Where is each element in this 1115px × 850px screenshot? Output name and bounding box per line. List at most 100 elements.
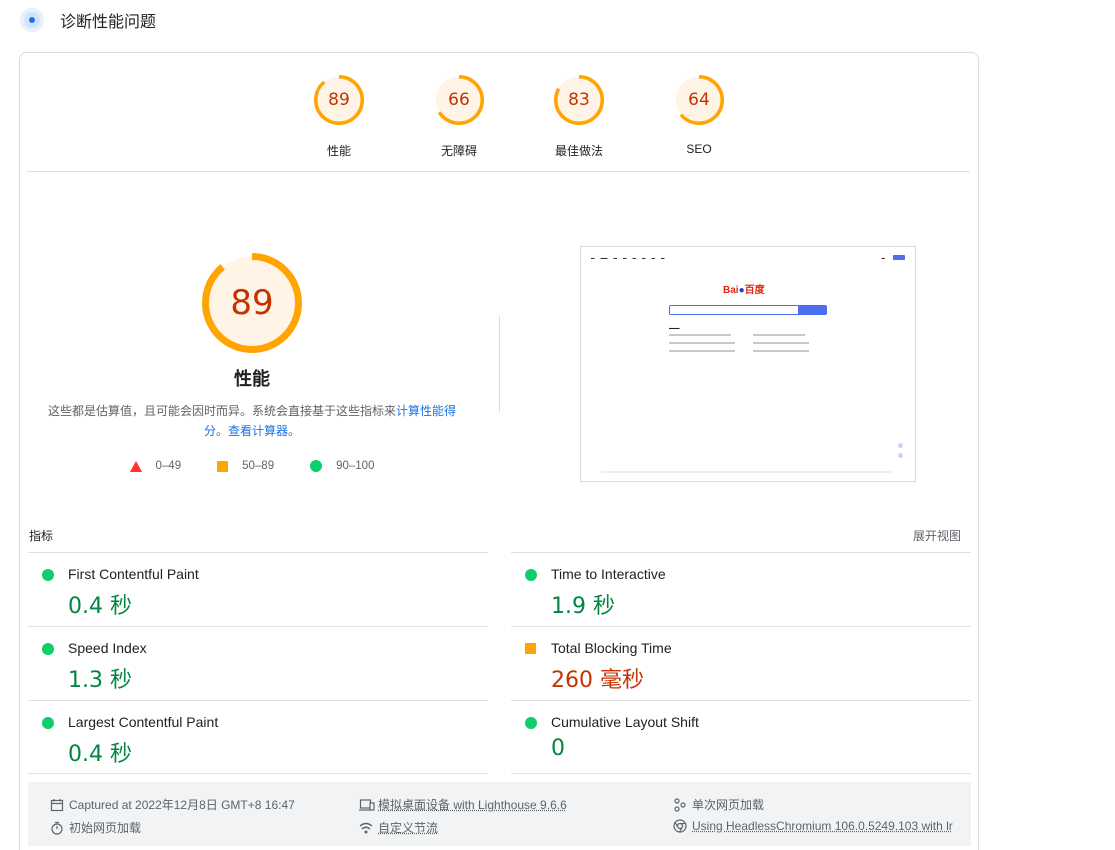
gauge-seo[interactable]: 64 SEO: [639, 75, 759, 159]
thumb-hot-line: [753, 334, 805, 336]
metric-largest-contentful-paint[interactable]: Largest Contentful Paint 0.4 秒: [28, 700, 488, 774]
gauge-accessibility[interactable]: 66 无障碍: [399, 75, 519, 159]
page-title: 诊断性能问题: [60, 14, 157, 31]
legend-label: 50–89: [242, 460, 275, 472]
circle-icon: [310, 460, 323, 472]
description-sep: 。: [215, 424, 228, 438]
report-card: 89 性能 66 无障碍 83 最佳做法 64 SEO 89 性能 这些都是估算…: [19, 52, 979, 850]
wifi-icon: [359, 821, 373, 835]
thumb-search-box: [669, 305, 799, 315]
session-text: 单次网页加载: [692, 798, 765, 812]
captured-at: Captured at 2022年12月8日 GMT+8 16:47: [50, 796, 295, 813]
gauge-score: 64: [688, 90, 710, 110]
metric-value: 1.9 秒: [551, 594, 615, 619]
description-end: 。: [288, 424, 301, 438]
thumb-hot-line: [669, 350, 735, 352]
metric-name: Time to Interactive: [551, 566, 666, 582]
thumb-hot-line: [669, 334, 731, 336]
gauge-ring: 66: [434, 75, 484, 125]
metric-name: Cumulative Layout Shift: [551, 714, 699, 730]
metric-value: 260 毫秒: [551, 668, 644, 693]
metric-first-contentful-paint[interactable]: First Contentful Paint 0.4 秒: [28, 552, 488, 626]
metric-total-blocking-time[interactable]: Total Blocking Time 260 毫秒: [511, 626, 971, 700]
expand-view-toggle[interactable]: 展开视图: [913, 527, 961, 544]
thumb-nav-item: ▬: [651, 256, 656, 260]
nodes-icon: [673, 797, 687, 812]
vertical-divider: [499, 316, 500, 412]
page-screenshot-thumbnail[interactable]: ▬ ▬▬ ▬ ▬ ▬ ▬ ▬ ▬ ▬ Bai●百度 ▬▬▬: [580, 246, 916, 482]
metric-value: 1.3 秒: [68, 668, 132, 693]
devices-icon: [359, 798, 375, 812]
page-header: 诊断性能问题: [20, 7, 156, 33]
thumb-login-button: [893, 255, 905, 260]
thumb-hot-line: [753, 342, 809, 344]
legend-label: 0–49: [155, 460, 182, 472]
initial-load: 初始网页加载: [50, 819, 141, 836]
score-gauges: 89 性能 66 无障碍 83 最佳做法 64 SEO: [279, 75, 759, 159]
thumb-nav-item: ▬▬: [600, 256, 608, 260]
gauge-ring: 64: [674, 75, 724, 125]
gauge-ring: 89: [314, 75, 364, 125]
timer-icon: [50, 821, 64, 835]
metric-name: Largest Contentful Paint: [68, 714, 219, 730]
gauge-ring: 83: [554, 75, 604, 125]
divider: [28, 773, 488, 774]
gauge-label: 最佳做法: [554, 144, 603, 158]
captured-text: Captured at 2022年12月8日 GMT+8 16:47: [69, 798, 295, 812]
session: 单次网页加载: [673, 796, 764, 813]
pass-circle-icon: [525, 717, 537, 729]
metric-speed-index[interactable]: Speed Index 1.3 秒: [28, 626, 488, 700]
gauge-label: 无障碍: [440, 144, 477, 158]
thumb-nav-item: ▬: [613, 256, 618, 260]
gauge-best-practices[interactable]: 83 最佳做法: [519, 75, 639, 159]
divider: [511, 773, 971, 774]
thumb-nav: ▬ ▬▬ ▬ ▬ ▬ ▬ ▬ ▬: [591, 256, 665, 260]
thumb-nav-item: ▬: [661, 256, 665, 260]
thumb-baidu-logo: Bai●百度: [723, 285, 765, 296]
performance-score: 89: [230, 283, 274, 323]
legend-average: 50–89: [217, 460, 274, 472]
legend-pass: 90–100: [310, 460, 374, 472]
metric-value: 0.4 秒: [68, 742, 132, 767]
thumb-side-icon: [898, 443, 903, 448]
metric-value: 0.4 秒: [68, 594, 132, 619]
metric-name: First Contentful Paint: [68, 566, 199, 582]
gauge-score: 89: [328, 90, 350, 110]
initial-load-text: 初始网页加载: [69, 821, 142, 835]
thumb-nav-item: ▬: [642, 256, 646, 260]
pass-circle-icon: [42, 569, 54, 581]
metric-name: Total Blocking Time: [551, 640, 672, 656]
metric-time-to-interactive[interactable]: Time to Interactive 1.9 秒: [511, 552, 971, 626]
legend-fail: 0–49: [129, 460, 182, 472]
thumb-nav-item: ▬: [632, 256, 637, 260]
browser-version[interactable]: Using HeadlessChromium 106.0.5249.103 wi…: [673, 819, 953, 833]
browser-text: Using HeadlessChromium 106.0.5249.103 wi…: [692, 819, 953, 833]
gauge-label: 性能: [326, 144, 351, 158]
triangle-icon: [129, 460, 142, 472]
view-calculator-link[interactable]: 查看计算器: [228, 424, 288, 438]
thumb-side-icon: [898, 453, 903, 458]
metric-cumulative-layout-shift[interactable]: Cumulative Layout Shift 0: [511, 700, 971, 774]
thumb-hot-title: ▬▬▬: [669, 326, 680, 330]
metric-name: Speed Index: [68, 640, 147, 656]
device-text: 模拟桌面设备 with Lighthouse 9.6.6: [378, 798, 567, 812]
thumb-footer: [601, 471, 891, 473]
throttling[interactable]: 自定义节流: [359, 819, 438, 836]
metric-value: 0: [551, 736, 565, 761]
performance-title: 性能: [234, 369, 270, 389]
thumb-hot-line: [669, 342, 735, 344]
thumb-settings: ▬: [881, 256, 886, 260]
gauge-score: 66: [448, 90, 470, 110]
thumb-nav-item: ▬: [623, 256, 627, 260]
legend-label: 90–100: [336, 460, 375, 472]
metrics-header: 指标: [29, 529, 54, 543]
emulated-device[interactable]: 模拟桌面设备 with Lighthouse 9.6.6: [359, 796, 567, 813]
gauge-score: 83: [568, 90, 590, 110]
lighthouse-icon: [20, 8, 44, 32]
chrome-icon: [673, 819, 687, 833]
thumb-nav-item: ▬: [591, 256, 595, 260]
description-text: 这些都是估算值，且可能会因时而异。系统会直接基于这些指标来: [47, 404, 396, 418]
calendar-icon: [50, 798, 64, 812]
gauge-performance[interactable]: 89 性能: [279, 75, 399, 159]
performance-gauge: 89: [202, 253, 302, 353]
